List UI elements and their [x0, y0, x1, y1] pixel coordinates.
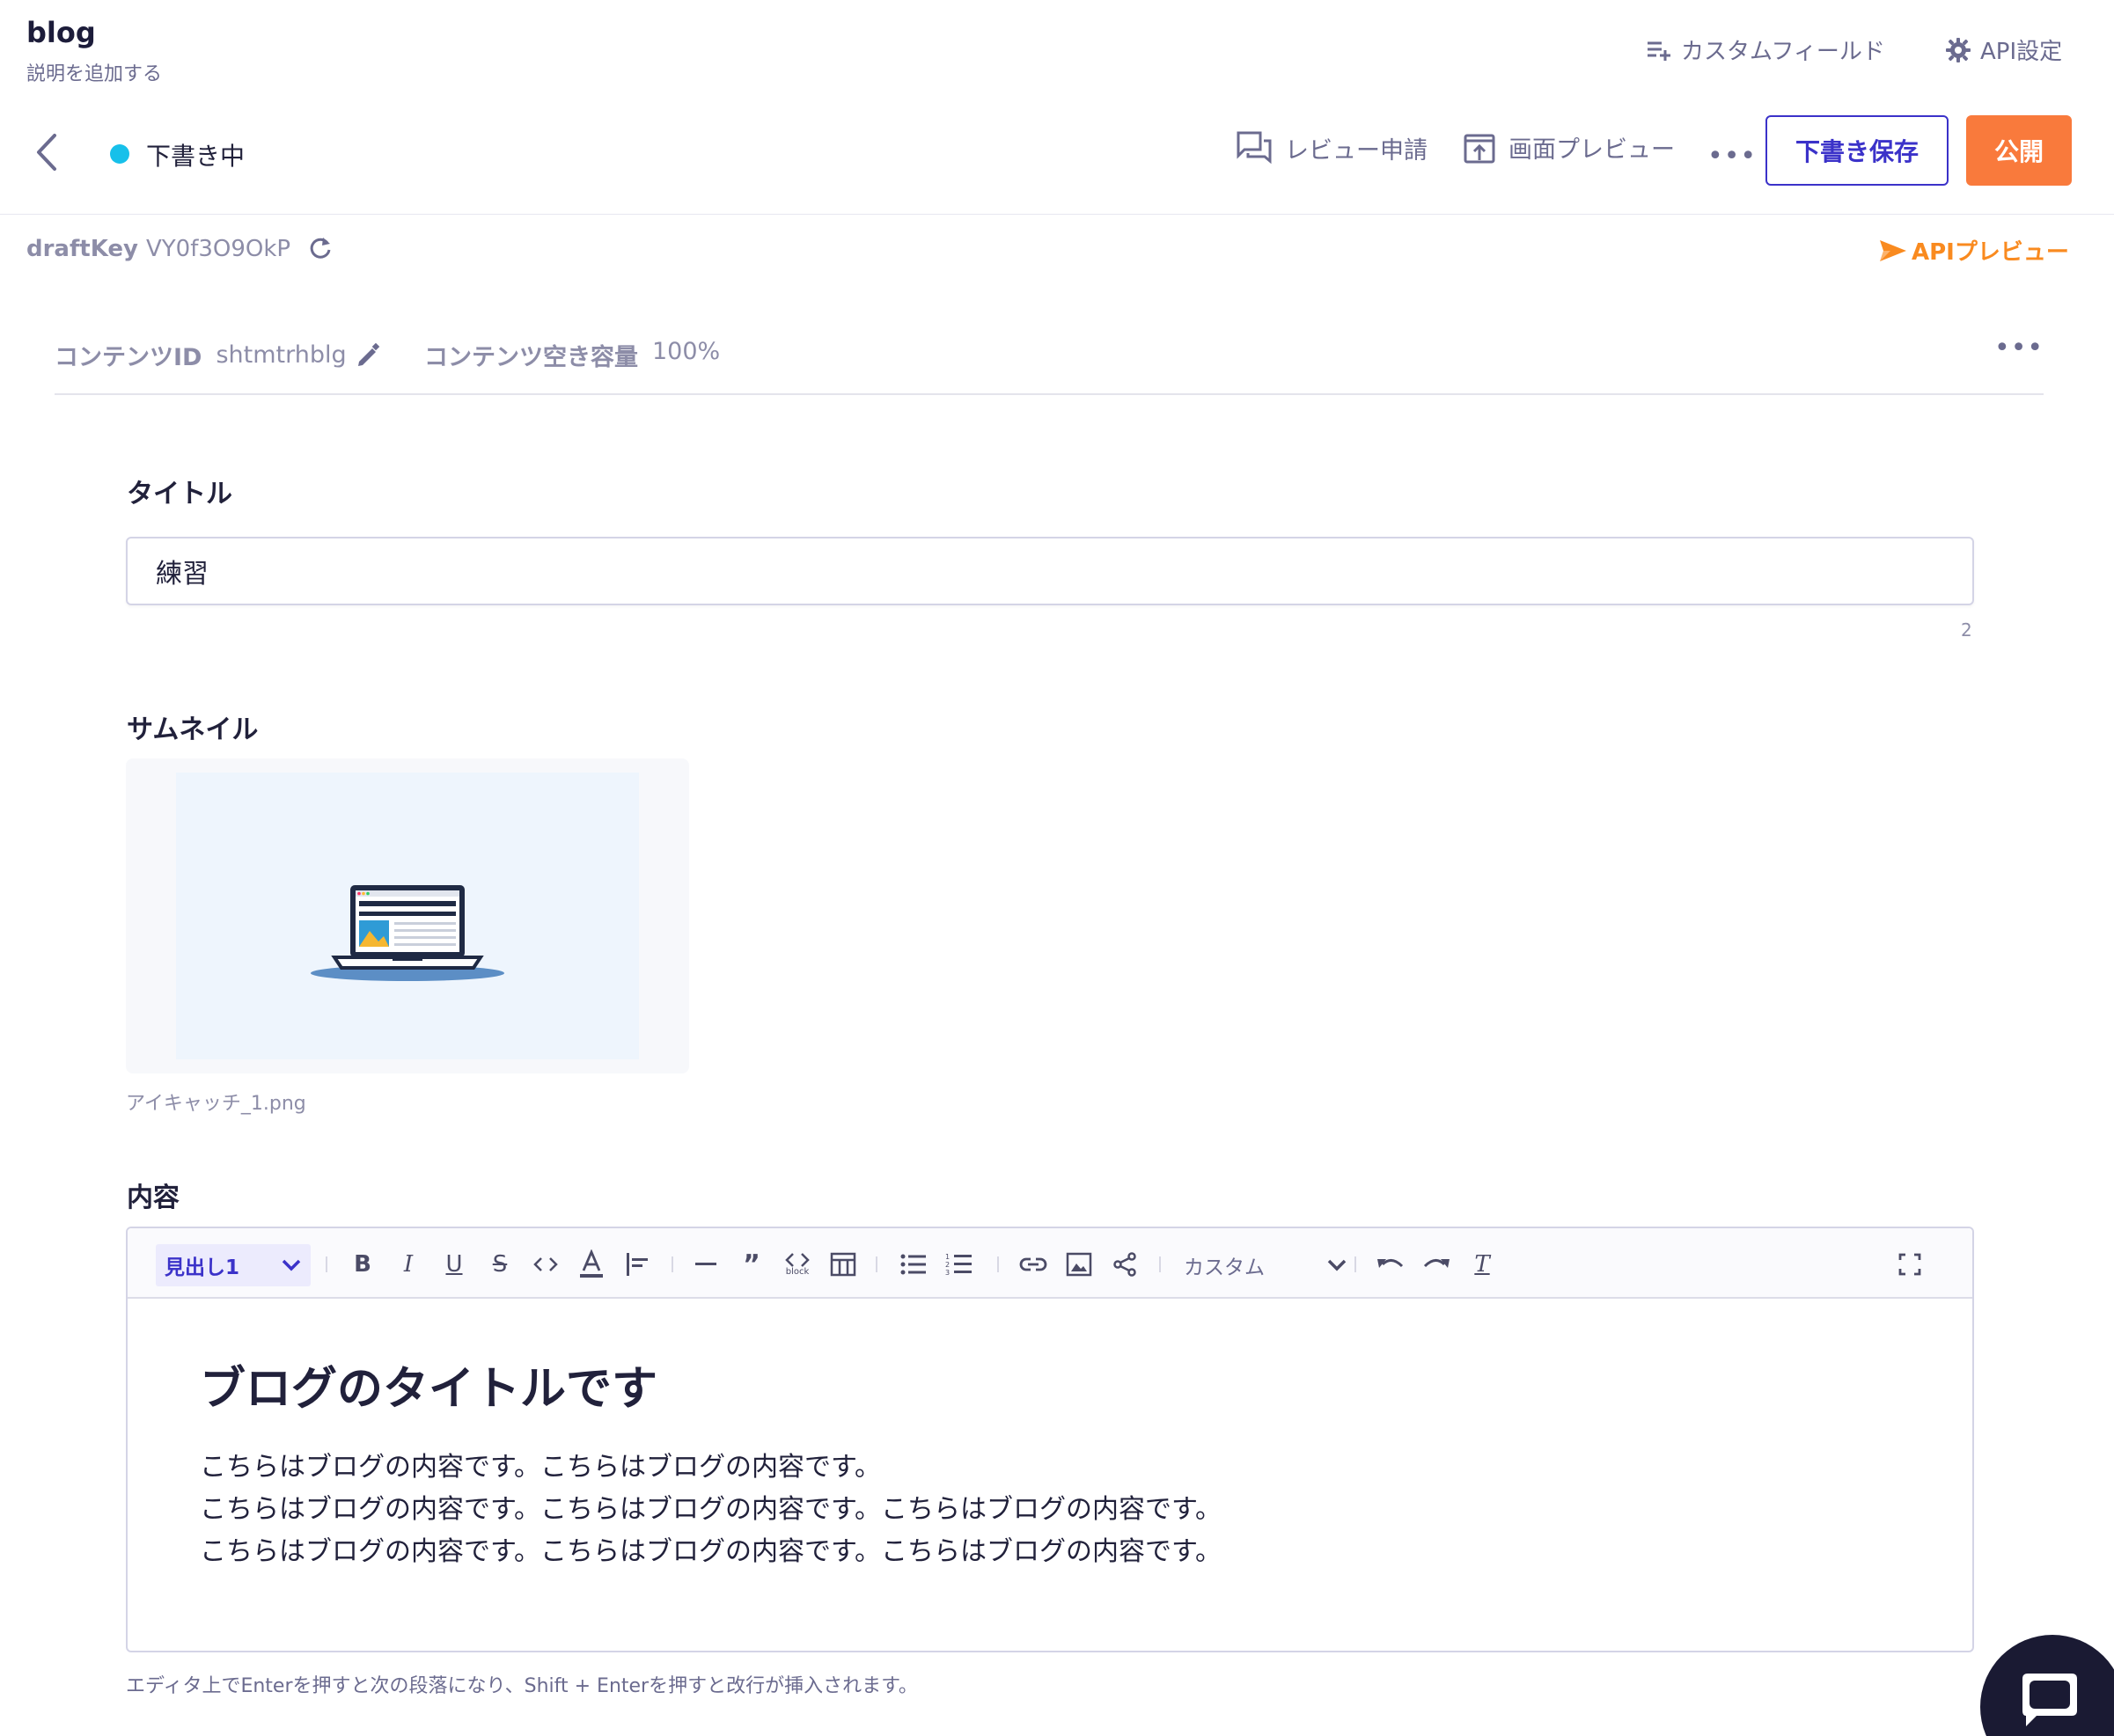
toolbar-separator — [997, 1256, 999, 1272]
api-settings-label: API設定 — [1980, 39, 2063, 65]
horizontal-rule-icon[interactable] — [691, 1249, 721, 1279]
capacity-value: 100% — [652, 338, 721, 365]
header-divider — [0, 214, 2114, 215]
chat-support-button[interactable] — [1980, 1635, 2114, 1736]
heading-level-value: 見出し1 — [165, 1256, 240, 1279]
thumbnail-filename: アイキャッチ_1.png — [126, 1093, 306, 1115]
strikethrough-icon[interactable]: S — [485, 1249, 515, 1279]
custom-block-select[interactable]: カスタム — [1184, 1248, 1347, 1283]
status-text: 下書き中 — [146, 142, 246, 171]
fullscreen-icon[interactable] — [1895, 1249, 1925, 1279]
text-color-icon[interactable] — [576, 1249, 606, 1279]
chevron-left-icon — [37, 134, 56, 171]
toolbar-separator — [876, 1256, 877, 1272]
capacity-label: コンテンツ空き容量 — [424, 344, 638, 371]
editor-paragraph[interactable]: こちらはブログの内容です。こちらはブログの内容です。こちらはブログの内容です。 — [200, 1487, 1222, 1526]
draft-key-value: VY0f3O9OkP — [146, 236, 291, 262]
custom-field-label: カスタムフィールド — [1681, 39, 1885, 65]
bold-icon[interactable]: B — [348, 1249, 378, 1279]
italic-icon[interactable]: I — [393, 1249, 423, 1279]
svg-text:3: 3 — [945, 1269, 950, 1277]
thumbnail-preview — [176, 773, 639, 1059]
code-block-label: block — [785, 1267, 810, 1277]
screen-preview-label: 画面プレビュー — [1508, 136, 1675, 164]
heading-level-select[interactable]: 見出し1 — [156, 1244, 311, 1286]
code-icon[interactable] — [531, 1249, 561, 1279]
add-description-link[interactable]: 説明を追加する — [26, 58, 162, 86]
quote-icon[interactable]: ” — [737, 1249, 767, 1280]
image-icon[interactable] — [1064, 1249, 1094, 1279]
laptop-illustration-icon — [311, 885, 504, 981]
api-preview-link[interactable]: APIプレビュー — [1878, 234, 2069, 267]
publish-button[interactable]: 公開 — [1966, 115, 2072, 186]
share-embed-icon[interactable] — [1110, 1249, 1140, 1279]
chevron-down-icon — [1327, 1259, 1347, 1271]
editor-paragraph[interactable]: こちらはブログの内容です。こちらはブログの内容です。 — [200, 1445, 881, 1483]
editor-paragraph[interactable]: こちらはブログの内容です。こちらはブログの内容です。こちらはブログの内容です。 — [200, 1529, 1222, 1568]
editor-hint: エディタ上でEnterを押すと次の段落になり、Shift + Enterを押すと… — [126, 1675, 918, 1697]
editor-toolbar: 見出し1 B I U S ” block 1 2 3 カスタム T — [128, 1228, 1972, 1299]
editor-heading[interactable]: ブログのタイトルです — [200, 1351, 657, 1417]
screen-preview-button[interactable]: 画面プレビュー — [1463, 130, 1675, 165]
rich-text-editor[interactable]: 見出し1 B I U S ” block 1 2 3 カスタム T ブログのタイ… — [126, 1227, 1974, 1652]
toolbar-separator — [672, 1256, 673, 1272]
save-draft-button[interactable]: 下書き保存 — [1765, 115, 1949, 186]
send-icon — [1878, 238, 1908, 263]
title-input[interactable]: 練習 — [126, 537, 1974, 605]
gear-icon — [1945, 37, 1971, 63]
meta-divider — [55, 393, 2044, 395]
toolbar-separator — [1354, 1256, 1356, 1272]
align-icon[interactable] — [622, 1249, 652, 1279]
api-settings-link[interactable]: API設定 — [1945, 33, 2062, 66]
more-actions-button[interactable]: ••• — [1707, 141, 1757, 172]
title-field-label: タイトル — [127, 479, 232, 509]
refresh-icon[interactable] — [308, 236, 333, 260]
content-id-value: shtmtrhblg — [216, 341, 347, 369]
code-block-icon[interactable]: block — [782, 1249, 812, 1279]
underline-icon[interactable]: U — [439, 1249, 469, 1279]
redo-icon[interactable] — [1421, 1249, 1451, 1279]
review-request-button[interactable]: レビュー申請 — [1236, 130, 1428, 165]
clear-format-icon[interactable]: T — [1467, 1249, 1497, 1279]
toolbar-separator — [326, 1256, 327, 1272]
table-icon[interactable] — [828, 1249, 858, 1279]
pencil-icon[interactable] — [356, 342, 382, 369]
custom-field-icon — [1646, 39, 1672, 62]
toolbar-separator — [1159, 1256, 1161, 1272]
app-title: blog — [26, 16, 96, 49]
thumbnail-field-label: サムネイル — [127, 714, 259, 745]
link-icon[interactable] — [1018, 1249, 1048, 1279]
custom-block-value: カスタム — [1184, 1256, 1265, 1279]
chat-bubble-icon — [2022, 1674, 2077, 1726]
custom-field-link[interactable]: カスタムフィールド — [1646, 33, 1885, 66]
content-capacity: コンテンツ空き容量 100% — [424, 338, 720, 372]
svg-text:1: 1 — [945, 1253, 950, 1261]
comments-icon — [1236, 130, 1273, 165]
chevron-down-icon — [282, 1259, 301, 1271]
content-id-row: コンテンツID shtmtrhblg — [55, 338, 382, 372]
open-preview-icon — [1463, 131, 1496, 165]
content-id-label: コンテンツID — [55, 344, 202, 371]
meta-more-button[interactable]: ••• — [1994, 333, 2044, 363]
draft-key-label: draftKey — [26, 236, 138, 262]
bullet-list-icon[interactable] — [899, 1249, 929, 1279]
svg-text:2: 2 — [945, 1261, 950, 1269]
ordered-list-icon[interactable]: 123 — [944, 1249, 974, 1279]
title-char-count: 2 — [1961, 619, 1972, 641]
status-indicator-dot — [110, 144, 129, 164]
thumbnail-image[interactable] — [126, 758, 689, 1073]
undo-icon[interactable] — [1376, 1249, 1406, 1279]
api-preview-label: APIプレビュー — [1912, 239, 2069, 266]
back-button[interactable] — [32, 130, 63, 174]
review-request-label: レビュー申請 — [1285, 136, 1428, 165]
content-field-label: 内容 — [127, 1183, 180, 1213]
